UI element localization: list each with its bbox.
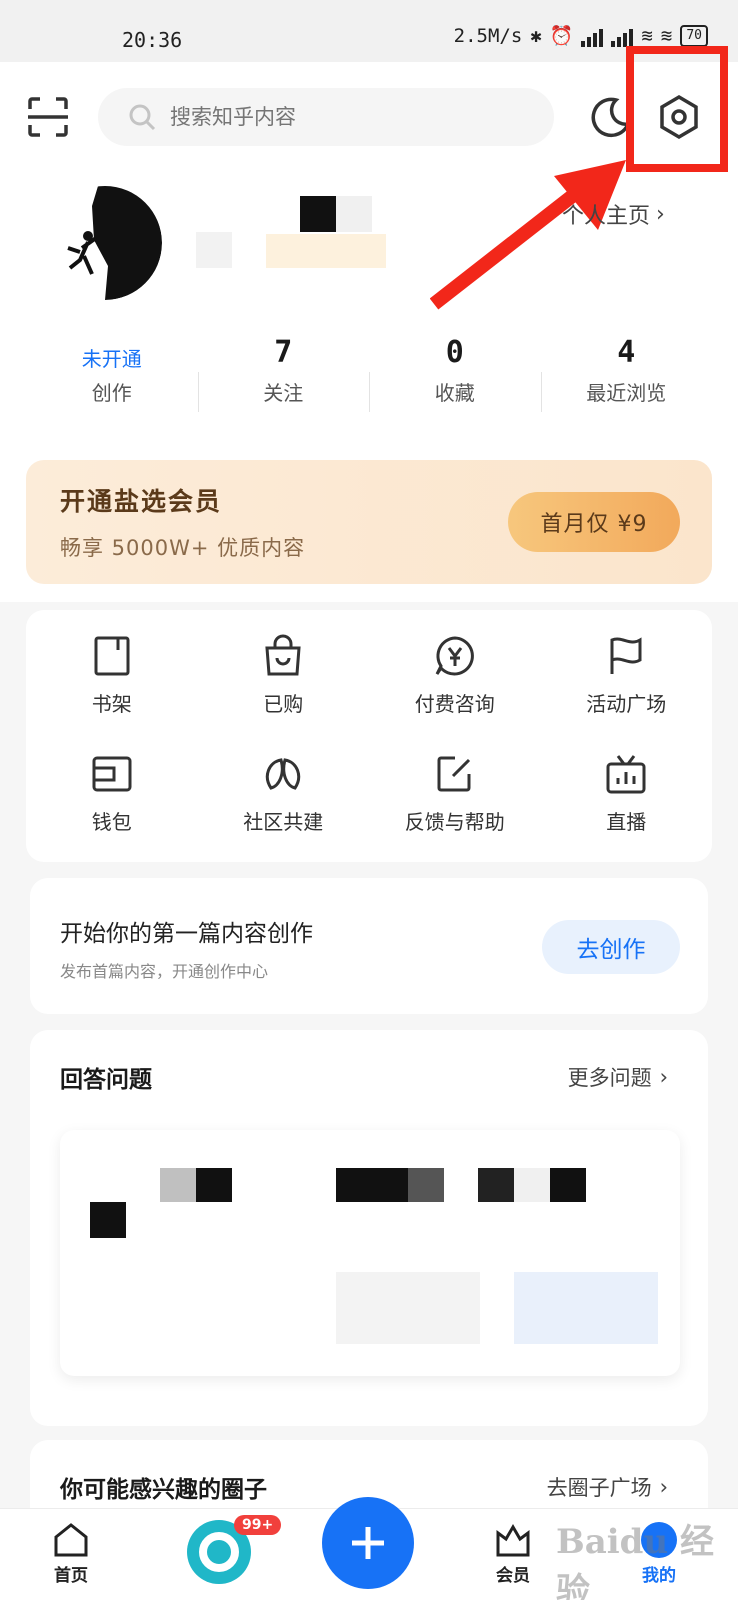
grid-item-activity-square[interactable]: 活动广场 — [541, 616, 713, 734]
signal-icon — [581, 25, 604, 47]
stat-label: 创作 — [91, 380, 132, 405]
stat-value: 0 — [445, 334, 464, 370]
create-content-card: 开始你的第一篇内容创作 发布首篇内容，开通创作中心 去创作 — [30, 878, 708, 1014]
username-redacted — [196, 196, 396, 286]
avatar[interactable] — [48, 186, 162, 300]
stat-value: 7 — [274, 334, 293, 370]
more-label: 去圈子广场 — [546, 1476, 652, 1500]
search-input[interactable] — [170, 105, 530, 129]
grid-item-paid-consult[interactable]: 付费咨询 — [369, 616, 541, 734]
vip-banner[interactable]: 开通盐选会员 畅享 5000W+ 优质内容 首月仅 ¥9 — [26, 460, 712, 584]
stat-favorites[interactable]: 0 收藏 — [369, 330, 541, 412]
grid-item-live[interactable]: 直播 — [541, 734, 713, 852]
create-title: 开始你的第一篇内容创作 — [60, 921, 313, 947]
stat-value: 4 — [617, 334, 636, 370]
section-title: 你可能感兴趣的圈子 — [60, 1477, 267, 1503]
status-icons: 2.5M/s ✱ ⏰ ≋ ≋ 70 — [454, 24, 708, 47]
nav-vip[interactable]: 会员 — [494, 1521, 532, 1586]
grid-item-label: 直播 — [606, 809, 647, 834]
bookshelf-icon — [94, 636, 130, 675]
alarm-icon: ⏰ — [549, 25, 574, 47]
grid-item-label: 活动广场 — [586, 691, 667, 716]
stat-following[interactable]: 7 关注 — [197, 330, 370, 412]
publish-plus-button[interactable] — [322, 1497, 414, 1589]
stat-label: 关注 — [263, 380, 304, 405]
flag-icon — [610, 636, 642, 674]
more-label: 更多问题 — [567, 1066, 652, 1090]
vip-subscribe-button[interactable]: 首月仅 ¥9 — [508, 492, 680, 552]
stat-creation[interactable]: 未开通 创作 — [26, 330, 198, 410]
stat-value: 未开通 — [81, 346, 142, 371]
signal-icon — [611, 25, 634, 47]
stat-label: 收藏 — [434, 380, 475, 405]
home-icon — [54, 1523, 88, 1557]
grid-item-label: 钱包 — [91, 809, 132, 834]
nav-label: 会员 — [496, 1566, 530, 1586]
scan-icon[interactable] — [26, 95, 70, 139]
circle-square-link[interactable]: 去圈子广场 › — [547, 1472, 668, 1502]
stat-label: 最近浏览 — [586, 380, 667, 405]
community-icon — [266, 757, 301, 790]
search-icon — [129, 104, 156, 131]
chevron-right-icon: › — [659, 1475, 668, 1499]
grid-item-wallet[interactable]: 钱包 — [26, 734, 198, 852]
vip-crown-icon — [496, 1524, 530, 1557]
vip-title: 开通盐选会员 — [60, 487, 223, 516]
stat-recent[interactable]: 4 最近浏览 — [540, 330, 713, 412]
nav-home[interactable]: 首页 — [52, 1521, 90, 1586]
notification-badge: 99+ — [234, 1515, 282, 1535]
vip-subtitle: 畅享 5000W+ 优质内容 — [60, 536, 306, 560]
paid-consult-icon — [435, 635, 474, 675]
more-questions-link[interactable]: 更多问题 › — [568, 1062, 668, 1092]
stats-row: 未开通 创作 7 关注 0 收藏 4 最近浏览 — [26, 330, 713, 412]
grid-item-feedback[interactable]: 反馈与帮助 — [369, 734, 541, 852]
plus-icon — [352, 1527, 384, 1559]
bluetooth-icon: ✱ — [530, 24, 542, 47]
nav-label: 首页 — [54, 1566, 88, 1586]
grid-item-community[interactable]: 社区共建 — [198, 734, 370, 852]
section-title: 回答问题 — [60, 1067, 152, 1093]
search-bar[interactable] — [98, 88, 554, 146]
question-card-redacted[interactable] — [60, 1130, 680, 1376]
grid-item-bookshelf[interactable]: 书架 — [26, 616, 198, 734]
red-arrow-annotation — [430, 160, 626, 310]
feature-grid-card: 书架 已购 付费咨询 活动广场 钱包 社区共建 反馈与帮助 直播 — [26, 610, 712, 862]
battery-icon: 70 — [680, 24, 708, 47]
shopping-bag-icon — [265, 634, 301, 675]
status-time: 20:36 — [122, 28, 183, 52]
chevron-right-icon: › — [659, 1065, 668, 1089]
go-create-button[interactable]: 去创作 — [542, 920, 680, 974]
chevron-right-icon: › — [656, 201, 665, 227]
climber-avatar-image — [48, 186, 162, 300]
grid-item-label: 付费咨询 — [414, 691, 495, 716]
grid-item-label: 社区共建 — [243, 809, 324, 834]
profile-home-link[interactable]: 个人主页 › — [562, 198, 665, 230]
wifi-icon: ≋ — [660, 24, 673, 47]
wallet-icon — [92, 756, 132, 791]
create-subtitle: 发布首篇内容，开通创作中心 — [60, 962, 269, 981]
wifi-icon: ≋ — [641, 24, 653, 47]
baidu-watermark-logo: Baidu 经验 — [556, 1522, 715, 1600]
feedback-icon — [437, 756, 471, 791]
net-speed: 2.5M/s — [453, 24, 523, 47]
grid-item-label: 反馈与帮助 — [404, 809, 505, 834]
grid-item-label: 书架 — [91, 691, 132, 716]
live-tv-icon — [606, 754, 646, 793]
grid-item-label: 已购 — [263, 691, 304, 716]
profile-link-label: 个人主页 — [562, 204, 651, 229]
grid-item-purchased[interactable]: 已购 — [198, 616, 370, 734]
answer-questions-card: 回答问题 更多问题 › — [30, 1030, 708, 1426]
settings-highlight-box — [626, 46, 728, 172]
